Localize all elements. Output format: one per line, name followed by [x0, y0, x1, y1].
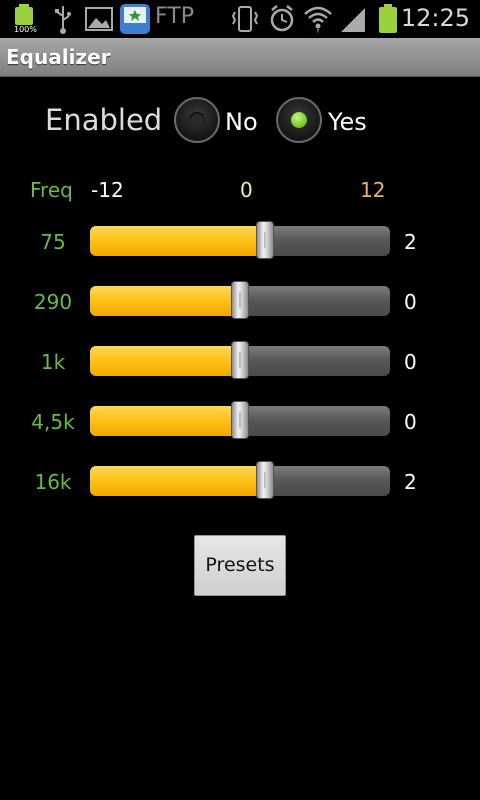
- scale-mid: 0: [240, 178, 253, 202]
- slider-thumb[interactable]: [256, 221, 274, 259]
- scale-min: -12: [91, 178, 124, 202]
- band-slider[interactable]: [90, 466, 390, 496]
- band-value: 0: [404, 410, 417, 434]
- slider-fill: [90, 346, 240, 376]
- band-value: 2: [404, 230, 417, 254]
- band-freq-label: 4,5k: [31, 410, 75, 434]
- status-bar: 100% FTP 12:25: [0, 0, 480, 38]
- radio-yes-indicator: [291, 112, 307, 128]
- page-title: Equalizer: [6, 45, 111, 69]
- band-value: 2: [404, 470, 417, 494]
- slider-thumb[interactable]: [231, 281, 249, 319]
- battery-percent: 100%: [14, 25, 37, 34]
- wifi-icon: [304, 6, 332, 34]
- band-freq-label: 75: [40, 230, 66, 254]
- radio-no-indicator: [189, 112, 205, 128]
- slider-fill: [90, 466, 265, 496]
- presets-button[interactable]: Presets: [194, 535, 286, 596]
- slider-fill: [90, 226, 265, 256]
- slider-thumb[interactable]: [231, 341, 249, 379]
- radio-yes-label[interactable]: Yes: [328, 108, 367, 136]
- app-icon: [120, 4, 150, 34]
- vibrate-icon: [231, 6, 259, 32]
- usb-icon: [55, 6, 71, 34]
- radio-yes[interactable]: [276, 97, 322, 143]
- band-freq-label: 16k: [34, 470, 72, 494]
- band-slider[interactable]: [90, 226, 390, 256]
- radio-no[interactable]: [174, 97, 220, 143]
- freq-header: Freq: [30, 178, 73, 202]
- image-icon: [85, 7, 113, 31]
- alarm-icon: [270, 5, 294, 32]
- band-value: 0: [404, 290, 417, 314]
- slider-thumb[interactable]: [231, 401, 249, 439]
- band-freq-label: 290: [33, 290, 73, 314]
- band-freq-label: 1k: [40, 350, 66, 374]
- clock: 12:25: [400, 4, 470, 32]
- slider-fill: [90, 286, 240, 316]
- ftp-label: FTP: [155, 4, 194, 29]
- enabled-label: Enabled: [45, 103, 163, 137]
- slider-thumb[interactable]: [256, 461, 274, 499]
- band-value: 0: [404, 350, 417, 374]
- title-bar: Equalizer: [0, 38, 480, 77]
- radio-no-label[interactable]: No: [225, 108, 258, 136]
- signal-icon: [341, 8, 365, 32]
- battery-icon: [379, 4, 397, 33]
- slider-fill: [90, 406, 240, 436]
- scale-max: 12: [360, 178, 386, 202]
